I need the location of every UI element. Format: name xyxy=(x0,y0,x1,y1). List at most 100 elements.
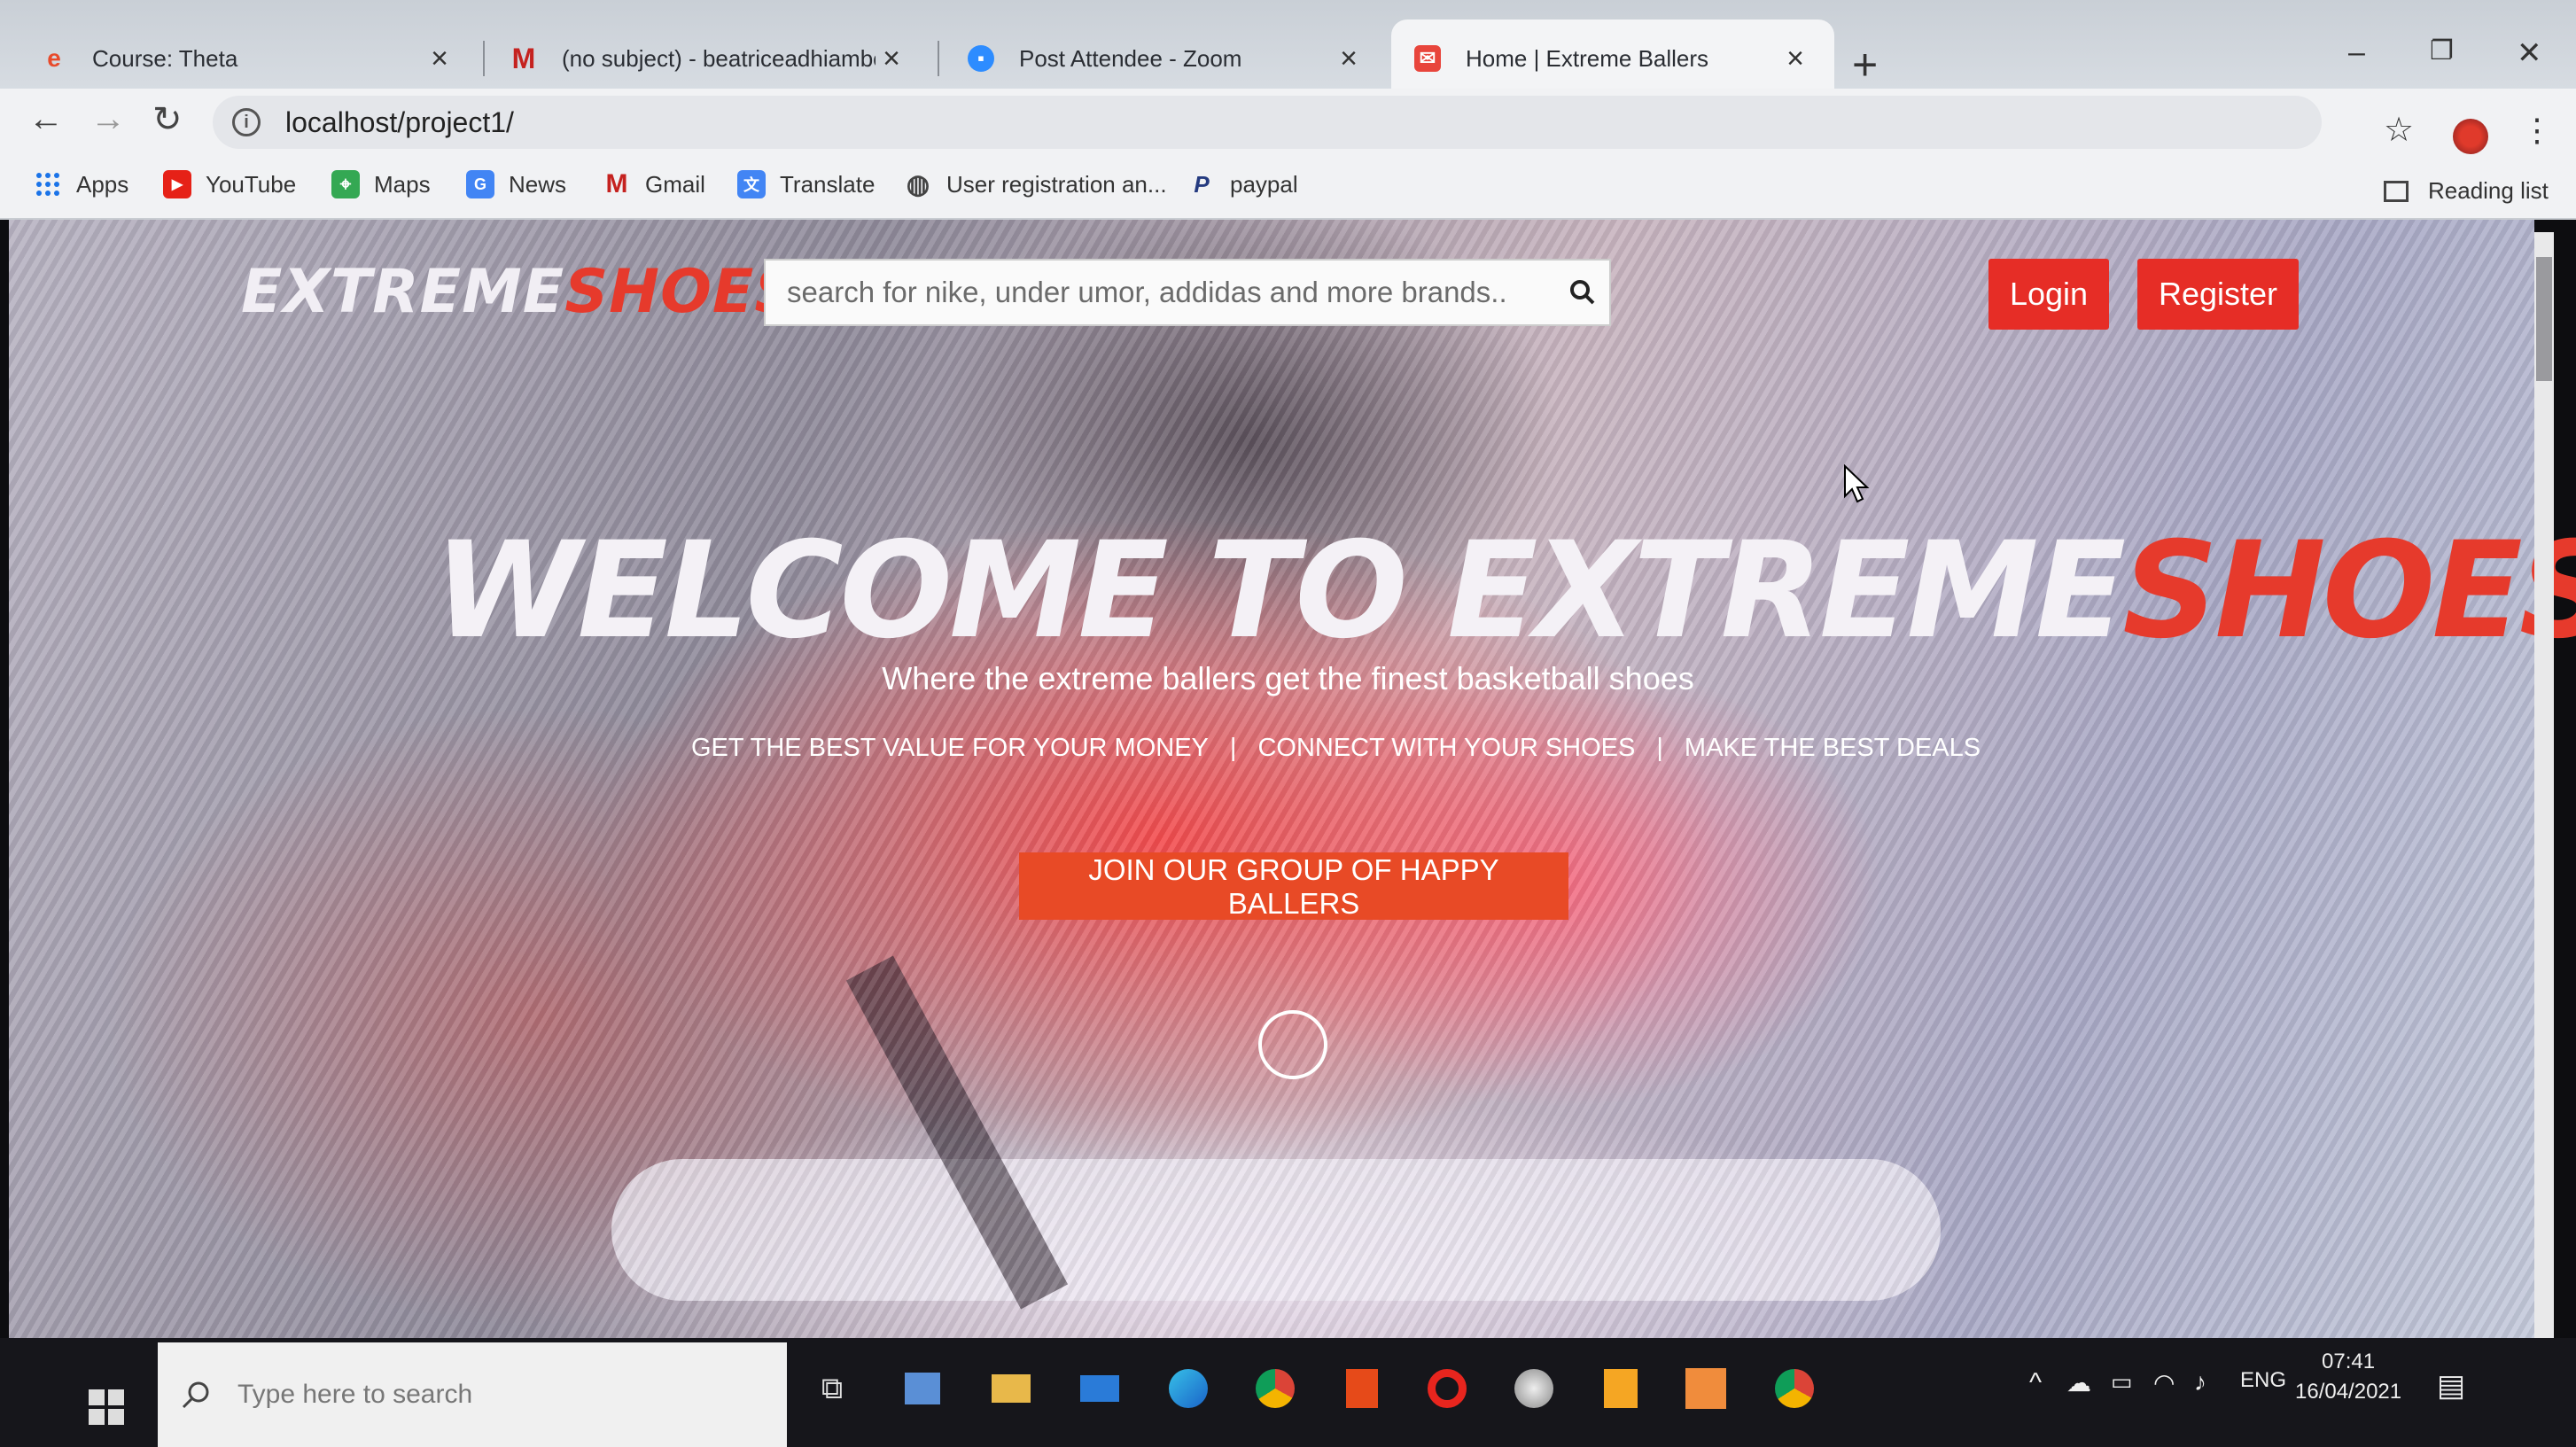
chrome-icon[interactable] xyxy=(1251,1365,1299,1412)
menu-kebab-icon[interactable]: ⋮ xyxy=(2521,112,2553,149)
feature-separator: | xyxy=(1229,734,1237,762)
bookmark-label: Apps xyxy=(76,170,129,198)
tab-title: Post Attendee - Zoom xyxy=(1019,44,1242,72)
hero-title-red: SHOES xyxy=(2122,514,2576,668)
site-logo[interactable]: EXTREMESHOES xyxy=(241,257,798,327)
onedrive-icon[interactable]: ☁ xyxy=(2066,1368,2091,1397)
tab-title: Course: Theta xyxy=(92,44,238,72)
bookmark-youtube[interactable]: ▶ YouTube xyxy=(163,170,296,198)
edge-icon[interactable] xyxy=(1164,1365,1212,1412)
bookmark-apps[interactable]: Apps xyxy=(34,170,128,198)
scrollbar-thumb[interactable] xyxy=(2536,257,2552,381)
maps-icon: ⌖ xyxy=(331,170,360,198)
tab-extreme-ballers[interactable]: ✉ Home | Extreme Ballers × xyxy=(1391,19,1834,97)
paypal-icon: P xyxy=(1194,170,1210,198)
tab-zoom[interactable]: ▪ Post Attendee - Zoom × xyxy=(945,19,1388,97)
task-view-icon[interactable]: ⧉ xyxy=(808,1365,856,1412)
screen-moire-overlay xyxy=(9,220,2534,1338)
site-search-input[interactable] xyxy=(766,260,1556,325)
mouse-cursor-icon xyxy=(1844,464,1870,503)
zoom-icon: ▪ xyxy=(968,45,994,72)
windows-start-icon[interactable] xyxy=(89,1389,124,1429)
language-indicator[interactable]: ENG xyxy=(2240,1368,2286,1393)
battery-icon[interactable]: ▭ xyxy=(2111,1368,2133,1396)
extreme-ballers-favicon-icon: ✉ xyxy=(1414,45,1441,72)
new-tab-plus-icon[interactable]: + xyxy=(1852,43,1878,87)
bookmark-star-icon[interactable]: ☆ xyxy=(2384,110,2414,150)
back-arrow-icon[interactable]: ← xyxy=(28,99,64,139)
store-icon[interactable] xyxy=(899,1365,946,1412)
xampp-icon[interactable] xyxy=(1682,1365,1730,1412)
clock-date: 16/04/2021 xyxy=(2295,1380,2402,1404)
site-info-icon[interactable]: i xyxy=(232,108,261,136)
loading-circle-icon xyxy=(1258,1010,1327,1079)
theta-favicon-icon: e xyxy=(47,44,61,72)
close-icon[interactable]: × xyxy=(876,42,907,76)
hero-subtitle: Where the extreme ballers get the finest… xyxy=(882,660,1694,696)
hero-title: WELCOME TO EXTREMESHOES xyxy=(434,514,2576,668)
mail-icon[interactable] xyxy=(1076,1365,1124,1412)
screen: e Course: Theta × M (no subject) - beatr… xyxy=(0,0,2576,1447)
register-button[interactable]: Register xyxy=(2137,259,2299,330)
site-search-bar xyxy=(764,259,1611,326)
close-icon[interactable]: × xyxy=(1333,42,1365,76)
page-hero-background xyxy=(9,220,2534,1338)
window-close-icon[interactable]: ✕ xyxy=(2517,35,2542,71)
bookmark-translate[interactable]: 文 Translate xyxy=(737,170,875,198)
bookmark-label: User registration an... xyxy=(946,170,1167,198)
minimize-icon[interactable]: – xyxy=(2348,35,2365,70)
globe-icon: ◍ xyxy=(906,169,930,199)
bookmark-paypal[interactable]: P paypal xyxy=(1187,170,1298,198)
feature-item: CONNECT WITH YOUR SHOES xyxy=(1257,734,1636,762)
forward-arrow-icon[interactable]: → xyxy=(90,99,126,139)
taskbar-search-box[interactable]: Type here to search xyxy=(158,1342,787,1447)
news-icon: G xyxy=(466,170,494,198)
reading-list-button[interactable]: Reading list xyxy=(2384,177,2549,205)
notifications-icon[interactable]: ▤ xyxy=(2437,1368,2465,1404)
taskbar-search-placeholder: Type here to search xyxy=(237,1380,473,1409)
tab-course-theta[interactable]: e Course: Theta × xyxy=(18,19,479,97)
sublime-text-icon[interactable] xyxy=(1597,1365,1645,1412)
search-icon[interactable] xyxy=(1556,261,1609,324)
reading-list-label: Reading list xyxy=(2428,177,2549,204)
bookmark-news[interactable]: G News xyxy=(466,170,566,198)
tab-gmail[interactable]: M (no subject) - beatriceadhiambo × xyxy=(487,19,930,97)
bookmark-user-registration[interactable]: ◍ User registration an... xyxy=(904,169,1167,199)
bookmark-label: Gmail xyxy=(645,170,705,198)
restore-icon[interactable]: ❐ xyxy=(2430,35,2454,66)
clock-time: 07:41 xyxy=(2322,1350,2376,1373)
address-bar[interactable]: i localhost/project1/ xyxy=(213,96,2322,149)
close-icon[interactable]: × xyxy=(424,42,455,76)
tray-chevron-icon[interactable]: ^ xyxy=(2029,1368,2042,1398)
tab-separator xyxy=(483,41,485,76)
taskbar-clock[interactable]: 07:41 16/04/2021 xyxy=(2295,1347,2401,1407)
search-icon xyxy=(182,1381,209,1409)
bookmark-label: Maps xyxy=(374,170,431,198)
bookmark-gmail[interactable]: M Gmail xyxy=(603,169,705,198)
feature-strip: GET THE BEST VALUE FOR YOUR MONEY | CONNEC… xyxy=(691,734,1981,763)
apps-grid-icon xyxy=(34,170,62,198)
logo-text-white: EXTREME xyxy=(241,257,565,327)
wifi-icon[interactable]: ◠ xyxy=(2153,1368,2175,1397)
reading-list-icon xyxy=(2384,180,2409,202)
join-group-button[interactable]: JOIN OUR GROUP OF HAPPY BALLERS xyxy=(1019,852,1568,920)
bookmark-label: paypal xyxy=(1230,170,1298,198)
app-globe-icon[interactable] xyxy=(1510,1365,1558,1412)
bookmark-maps[interactable]: ⌖ Maps xyxy=(331,170,431,198)
tab-title: (no subject) - beatriceadhiambo xyxy=(562,44,876,72)
close-icon[interactable]: × xyxy=(1779,42,1811,76)
reload-icon[interactable]: ↻ xyxy=(152,99,183,140)
feature-item: GET THE BEST VALUE FOR YOUR MONEY xyxy=(691,734,1209,762)
office-icon[interactable] xyxy=(1338,1365,1386,1412)
bookmark-label: News xyxy=(509,170,567,198)
feature-item: MAKE THE BEST DEALS xyxy=(1684,734,1981,762)
login-button[interactable]: Login xyxy=(1988,259,2109,330)
url-text: localhost/project1/ xyxy=(285,105,514,138)
page-scrollbar[interactable] xyxy=(2534,232,2554,1338)
opera-icon[interactable] xyxy=(1423,1365,1471,1412)
hero-title-white: WELCOME TO EXTREME xyxy=(434,514,2126,668)
profile-avatar-icon[interactable] xyxy=(2453,119,2488,154)
chrome-active-icon[interactable] xyxy=(1771,1365,1818,1412)
volume-icon[interactable]: ♪ xyxy=(2194,1368,2206,1396)
file-explorer-icon[interactable] xyxy=(987,1365,1035,1412)
